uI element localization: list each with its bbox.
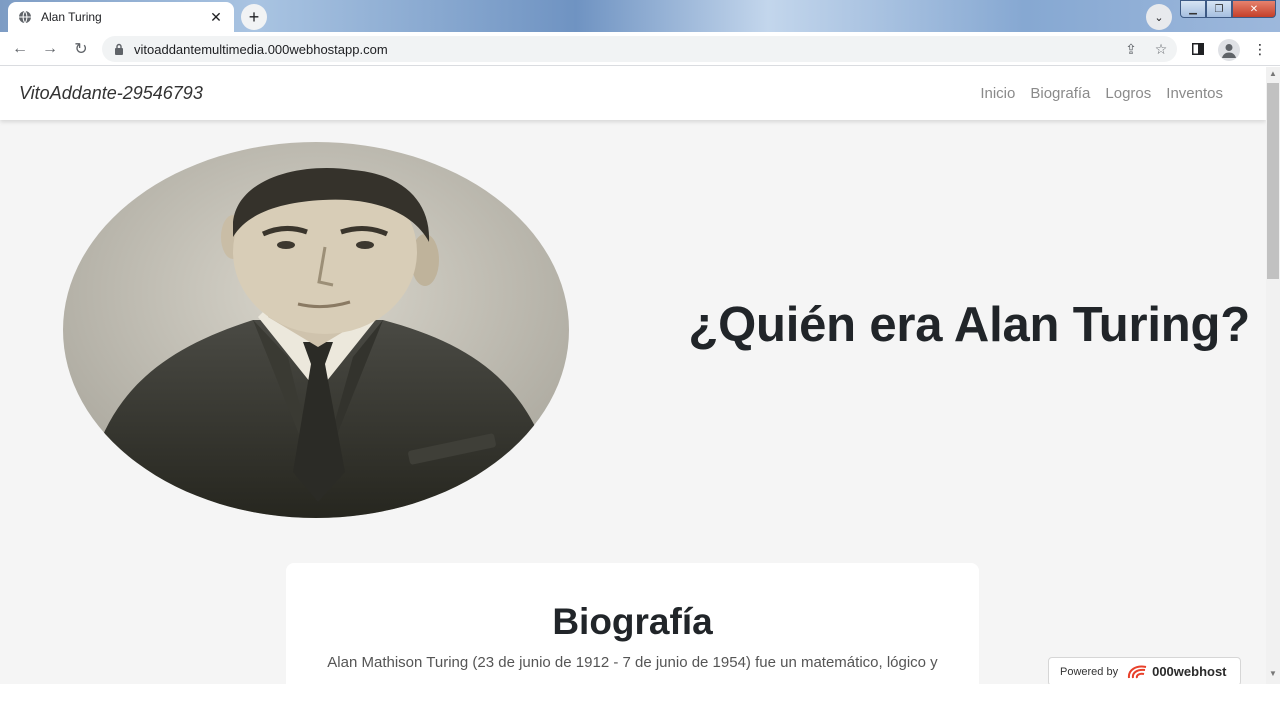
powered-by-label: Powered by	[1060, 665, 1119, 678]
biography-heading: Biografía	[552, 601, 713, 642]
arrow-right-icon[interactable]: →	[40, 39, 60, 59]
bottom-strip	[0, 684, 1280, 722]
profile-icon[interactable]	[1218, 39, 1240, 61]
window-close-button[interactable]: ✕	[1232, 0, 1276, 18]
side-panel-icon[interactable]	[1188, 39, 1208, 59]
000webhost-logo-icon	[1128, 665, 1147, 678]
site-navbar: VitoAddante-29546793 Inicio Biografía Lo…	[0, 67, 1266, 120]
tab-title: Alan Turing	[41, 10, 102, 24]
biography-card: Biografía Alan Mathison Turing (23 de ju…	[286, 563, 979, 684]
powered-by-badge[interactable]: Powered by 000webhost	[1048, 657, 1241, 684]
address-bar[interactable]: vitoaddantemultimedia.000webhostapp.com	[102, 36, 1177, 62]
site-brand[interactable]: VitoAddante-29546793	[19, 83, 203, 104]
biography-text: Alan Mathison Turing (23 de junio de 191…	[327, 654, 938, 671]
arrow-left-icon[interactable]: ←	[10, 39, 30, 59]
page-viewport: VitoAddante-29546793 Inicio Biografía Lo…	[0, 67, 1280, 684]
alan-turing-portrait	[63, 142, 569, 518]
reload-icon[interactable]: ↻	[71, 39, 91, 59]
star-icon[interactable]: ☆	[1151, 39, 1171, 59]
window-maximize-button[interactable]: ❐	[1206, 0, 1232, 18]
tab-search-icon[interactable]: ⌄	[1146, 4, 1172, 30]
nav-link-logros[interactable]: Logros	[1105, 85, 1151, 102]
share-icon[interactable]: ⇪	[1121, 39, 1141, 59]
browser-tab-bar: Alan Turing ✕ + ⌄ ▁ ❐ ✕	[0, 0, 1280, 32]
url-text: vitoaddantemultimedia.000webhostapp.com	[134, 41, 388, 57]
kebab-menu-icon[interactable]: ⋮	[1250, 39, 1270, 59]
lock-icon	[115, 43, 123, 55]
new-tab-button[interactable]: +	[241, 4, 267, 30]
hero-title: ¿Quién era Alan Turing?	[688, 298, 1250, 352]
tab-close-icon[interactable]: ✕	[208, 9, 224, 26]
nav-link-inicio[interactable]: Inicio	[980, 85, 1015, 102]
nav-link-inventos[interactable]: Inventos	[1166, 85, 1223, 102]
scroll-down-icon[interactable]: ▼	[1266, 669, 1280, 681]
nav-link-biografia[interactable]: Biografía	[1030, 85, 1090, 102]
globe-icon	[19, 10, 31, 24]
browser-toolbar: ← → ↻ vitoaddantemultimedia.000webhostap…	[0, 32, 1280, 66]
browser-tab[interactable]: Alan Turing ✕	[8, 2, 234, 32]
window-minimize-button[interactable]: ▁	[1180, 0, 1206, 18]
host-name: 000webhost	[1152, 664, 1227, 679]
scrollbar-thumb[interactable]	[1267, 83, 1279, 279]
scroll-up-icon[interactable]: ▲	[1266, 69, 1280, 81]
site-nav-links: Inicio Biografía Logros Inventos	[980, 85, 1223, 102]
